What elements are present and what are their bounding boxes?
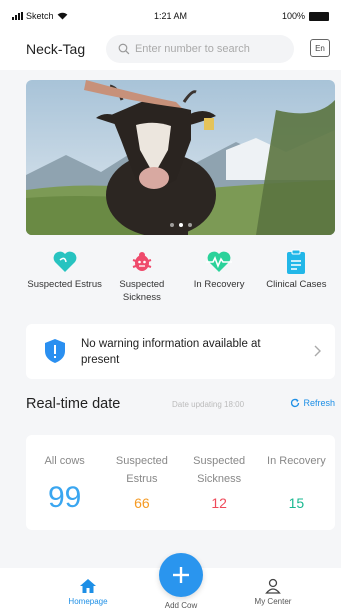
quick-suspected-estrus[interactable]: Suspected Estrus <box>26 243 103 317</box>
refresh-icon <box>291 398 300 408</box>
stat-suspected-estrus[interactable]: Suspected Estrus 66 <box>103 435 180 530</box>
stat-value: 66 <box>134 495 150 511</box>
carousel-dot-active[interactable] <box>178 223 183 227</box>
update-time-text: Date updating 18:00 <box>172 400 245 409</box>
tab-label: Add Cow <box>164 601 198 610</box>
tab-add-cow[interactable]: Add Cow <box>141 598 221 610</box>
stat-label: Suspected Sickness <box>193 455 246 485</box>
heart-icon <box>51 248 79 276</box>
shield-alert-icon <box>44 338 66 369</box>
tab-my-center[interactable]: My Center <box>233 578 313 606</box>
stat-value: 15 <box>288 495 305 511</box>
stat-label: In Recovery <box>267 455 326 467</box>
stat-value: 99 <box>47 481 82 514</box>
notice-text: No warning information available at pres… <box>81 338 261 366</box>
quick-in-recovery[interactable]: In Recovery <box>181 243 258 317</box>
bug-icon <box>128 248 156 276</box>
clipboard-icon <box>282 248 310 276</box>
carousel-dot[interactable] <box>187 223 192 227</box>
stat-all-cows[interactable]: All cows 99 <box>26 435 103 530</box>
tab-label: My Center <box>254 597 292 606</box>
quick-clinical-cases[interactable]: Clinical Cases <box>258 243 335 317</box>
refresh-label: Refresh <box>303 398 335 408</box>
carousel-dots <box>26 223 335 227</box>
battery-percent: 100% <box>281 11 305 21</box>
chevron-right-icon <box>313 344 321 362</box>
plus-icon <box>173 567 189 583</box>
warning-notice[interactable]: No warning information available at pres… <box>26 324 335 379</box>
stat-suspected-sickness[interactable]: Suspected Sickness 12 <box>181 435 258 530</box>
heartbeat-icon <box>205 248 233 276</box>
carousel-dot[interactable] <box>169 223 174 227</box>
quick-label: Clinical Cases <box>266 279 327 290</box>
user-icon <box>265 578 281 594</box>
quick-label: Suspected Sickness <box>119 279 165 303</box>
stat-label: Suspected Estrus <box>115 455 168 485</box>
stat-value: 12 <box>211 495 227 511</box>
quick-suspected-sickness[interactable]: Suspected Sickness <box>103 243 180 317</box>
language-button[interactable]: En <box>310 39 330 57</box>
battery-icon <box>309 11 329 21</box>
search-bar[interactable] <box>106 35 294 63</box>
quick-label: In Recovery <box>193 279 245 290</box>
realtime-section-header: Real-time date Date updating 18:00 Refre… <box>26 392 335 420</box>
stats-card: All cows 99 Suspected Estrus 66 Suspecte… <box>26 435 335 530</box>
banner-carousel[interactable] <box>26 80 335 235</box>
quick-label: Suspected Estrus <box>27 279 102 290</box>
search-icon <box>118 43 130 55</box>
tab-label: Homepage <box>68 597 108 606</box>
stat-label: All cows <box>44 455 85 467</box>
tab-homepage[interactable]: Homepage <box>48 578 128 606</box>
app-title: Neck-Tag <box>26 41 86 57</box>
status-bar: Sketch 1:21 AM 100% <box>0 0 341 30</box>
add-cow-button[interactable] <box>159 553 203 597</box>
refresh-button[interactable]: Refresh <box>290 398 335 408</box>
search-input[interactable] <box>134 43 294 55</box>
cow-photo <box>26 80 335 235</box>
status-right: 100% <box>282 11 329 21</box>
quick-nav: Suspected Estrus Suspected Sickness In R… <box>26 243 335 317</box>
stat-in-recovery[interactable]: In Recovery 15 <box>258 435 335 530</box>
section-title: Real-time date <box>26 396 121 412</box>
home-icon <box>80 579 96 593</box>
app-header: Neck-Tag En <box>0 30 341 70</box>
